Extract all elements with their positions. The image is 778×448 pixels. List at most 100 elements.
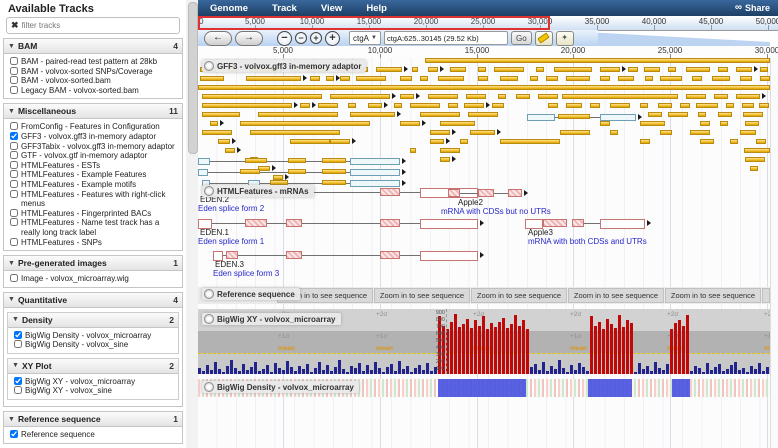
track-label[interactable]: HTMLFeatures - mRNAs xyxy=(202,185,314,197)
gene-model-segment[interactable] xyxy=(350,180,400,187)
gff3-feature[interactable] xyxy=(410,103,440,108)
track-checkbox[interactable] xyxy=(10,85,18,94)
gff3-feature[interactable] xyxy=(668,67,676,72)
gene-model-segment[interactable] xyxy=(600,114,636,121)
gff3-feature[interactable] xyxy=(478,76,488,81)
track-menu-icon[interactable] xyxy=(204,186,214,196)
gff3-feature[interactable] xyxy=(478,67,486,72)
menu-genome[interactable]: Genome xyxy=(198,3,260,14)
track-item[interactable]: BAM - paired-read test pattern at 28kb xyxy=(10,57,180,67)
gff3-feature[interactable] xyxy=(640,103,648,108)
section-header[interactable]: ▼ Pre-generated images 1 xyxy=(4,256,182,272)
gene-model-segment[interactable] xyxy=(288,158,306,163)
gff3-feature[interactable] xyxy=(712,76,730,81)
collapse-triangle-icon[interactable]: ▼ xyxy=(8,108,15,115)
gff3-feature[interactable] xyxy=(430,139,444,144)
highlight-menu-button[interactable]: ✦ xyxy=(555,30,574,46)
track-item[interactable]: Reference sequence xyxy=(10,430,180,440)
track-menu-icon[interactable] xyxy=(204,382,214,392)
overview-ruler[interactable]: 0 5,000 10,000 15,000 20,000 25,000 30,000 35,0… xyxy=(198,16,778,31)
track-label[interactable]: Reference sequence xyxy=(202,288,300,300)
collapse-triangle-icon[interactable]: ▼ xyxy=(8,43,15,50)
gff3-feature[interactable] xyxy=(742,103,754,108)
mrna-segment[interactable] xyxy=(572,219,584,227)
gff3-feature[interactable] xyxy=(460,139,468,144)
gff3-feature[interactable] xyxy=(420,112,460,117)
gff3-feature[interactable] xyxy=(400,76,412,81)
gff3-feature[interactable] xyxy=(200,76,224,81)
gff3-feature[interactable] xyxy=(686,94,706,99)
track-item[interactable]: BigWig XY - volvox_sine xyxy=(14,386,176,396)
track-item[interactable]: HTMLFeatures - Name test track has a rea… xyxy=(10,218,180,237)
gff3-feature[interactable] xyxy=(720,121,728,126)
gff3-feature[interactable] xyxy=(618,76,634,81)
gff3-feature[interactable] xyxy=(740,130,756,135)
track-checkbox[interactable] xyxy=(10,122,18,131)
gff3-feature[interactable] xyxy=(692,76,702,81)
gene-model-segment[interactable] xyxy=(527,114,555,121)
gff3-feature[interactable] xyxy=(668,112,688,117)
track-checkbox[interactable] xyxy=(10,141,18,150)
pan-right-button[interactable]: → xyxy=(235,30,263,46)
track-checkbox[interactable] xyxy=(10,131,18,140)
gff3-feature[interactable] xyxy=(600,121,610,126)
zoom-in-big-button[interactable]: + xyxy=(325,30,340,46)
gff3-feature[interactable] xyxy=(400,121,420,126)
section-header[interactable]: ▼ Quantitative 4 xyxy=(4,292,182,308)
gene-model-segment[interactable] xyxy=(322,169,346,174)
gff3-feature[interactable] xyxy=(750,166,758,171)
mrna-segment[interactable] xyxy=(286,251,302,259)
gff3-feature[interactable] xyxy=(554,67,592,72)
track-item[interactable]: Image - volvox_microarray.wig xyxy=(10,274,180,284)
gff3-feature[interactable] xyxy=(680,103,690,108)
gff3-feature[interactable] xyxy=(250,130,340,135)
track-checkbox[interactable] xyxy=(10,57,18,65)
gff3-feature[interactable] xyxy=(430,130,450,135)
track-checkbox[interactable] xyxy=(10,179,18,188)
gff3-feature[interactable] xyxy=(658,103,672,108)
track-item[interactable]: GTF - volvox.gtf in-memory adaptor xyxy=(10,151,180,161)
gff3-feature[interactable] xyxy=(726,103,734,108)
gff3-feature[interactable] xyxy=(225,148,235,153)
gff3-feature[interactable] xyxy=(500,139,560,144)
gff3-feature[interactable] xyxy=(538,94,558,99)
gff3-feature[interactable] xyxy=(718,112,732,117)
gff3-feature[interactable] xyxy=(760,67,768,72)
track-item[interactable]: Legacy BAM - volvox-sorted.bam xyxy=(10,85,180,96)
collapse-triangle-icon[interactable]: ▼ xyxy=(12,362,19,369)
track-item[interactable]: HTMLFeatures - SNPs xyxy=(10,237,180,248)
track-item[interactable]: FromConfig - Features in Configuration xyxy=(10,122,180,132)
gff3-feature[interactable] xyxy=(438,76,464,81)
menu-help[interactable]: Help xyxy=(354,3,399,14)
track-menu-icon[interactable] xyxy=(204,61,214,71)
track-item[interactable]: BigWig Density - volvox_microarray xyxy=(14,330,176,341)
collapse-triangle-icon[interactable]: ▼ xyxy=(8,260,15,267)
track-checkbox[interactable] xyxy=(10,237,18,246)
gff3-feature[interactable] xyxy=(492,103,504,108)
gff3-feature[interactable] xyxy=(376,67,402,72)
filter-tracks-input[interactable] xyxy=(21,21,175,30)
mrna-segment[interactable] xyxy=(286,219,302,227)
gene-model-segment[interactable] xyxy=(245,158,267,163)
gff3-feature[interactable] xyxy=(440,121,475,126)
gff3-feature[interactable] xyxy=(700,139,714,144)
clear-filter-icon[interactable]: ✖ xyxy=(11,21,19,30)
gff3-feature[interactable] xyxy=(198,85,770,90)
gene-model-segment[interactable] xyxy=(198,158,210,165)
gff3-feature[interactable] xyxy=(698,112,706,117)
gff3-feature[interactable] xyxy=(258,112,338,117)
gff3-feature[interactable] xyxy=(566,76,590,81)
mrna-segment[interactable] xyxy=(420,219,478,229)
gff3-feature[interactable] xyxy=(740,76,752,81)
gff3-feature[interactable] xyxy=(326,76,334,81)
gff3-feature[interactable] xyxy=(718,67,728,72)
gff3-feature[interactable] xyxy=(310,76,320,81)
gff3-feature[interactable] xyxy=(466,94,486,99)
gff3-feature[interactable] xyxy=(760,76,770,81)
gff3-feature[interactable] xyxy=(425,58,770,63)
gff3-feature[interactable] xyxy=(356,76,386,81)
gff3-feature[interactable] xyxy=(645,76,653,81)
track-item[interactable]: BAM - volvox-sorted SNPs/Coverage xyxy=(10,66,180,77)
refseq-dropdown[interactable]: ctgA ▼ xyxy=(349,31,381,45)
gff3-feature[interactable] xyxy=(300,103,310,108)
